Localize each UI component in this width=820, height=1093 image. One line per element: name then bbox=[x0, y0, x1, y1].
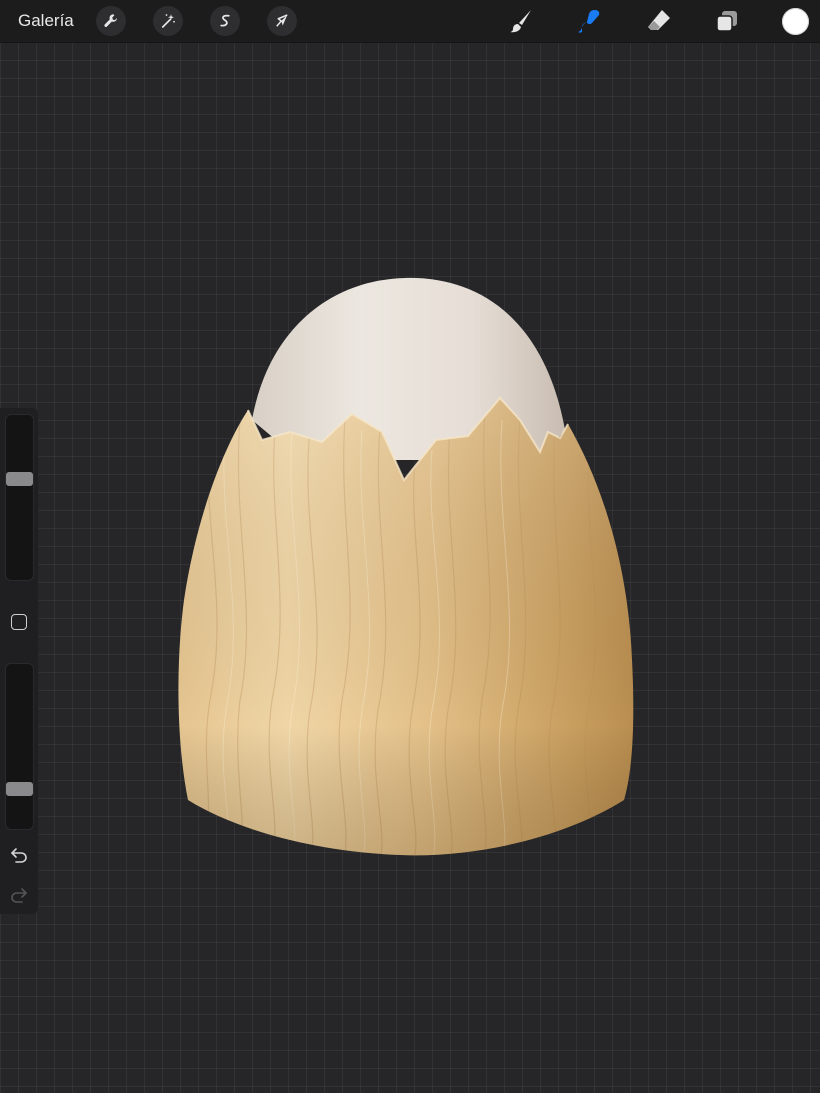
smudge-button[interactable] bbox=[573, 5, 605, 37]
left-sidebar bbox=[0, 408, 38, 914]
layers-icon bbox=[716, 11, 737, 32]
gallery-button[interactable]: Galería bbox=[18, 11, 74, 31]
wrench-icon bbox=[104, 14, 118, 27]
brush-size-thumb[interactable] bbox=[6, 472, 33, 486]
undo-button[interactable] bbox=[8, 844, 30, 866]
modify-square-icon[interactable] bbox=[11, 614, 27, 630]
redo-button[interactable] bbox=[8, 884, 30, 906]
artwork[interactable] bbox=[0, 0, 820, 1093]
actions-button[interactable] bbox=[96, 6, 126, 36]
color-picker-button[interactable] bbox=[782, 8, 809, 35]
brush-button[interactable] bbox=[505, 5, 537, 37]
magic-wand-icon bbox=[161, 14, 175, 28]
undo-icon bbox=[11, 848, 27, 863]
opacity-thumb[interactable] bbox=[6, 782, 33, 796]
adjustments-button[interactable] bbox=[153, 6, 183, 36]
brush-icon bbox=[510, 10, 531, 33]
eraser-button[interactable] bbox=[643, 5, 675, 37]
layers-button[interactable] bbox=[711, 5, 743, 37]
transform-arrow-icon bbox=[276, 14, 288, 27]
eraser-icon bbox=[648, 10, 670, 30]
smudge-icon bbox=[578, 10, 600, 33]
top-toolbar: Galería bbox=[0, 0, 820, 43]
redo-icon bbox=[11, 888, 27, 903]
selection-icon bbox=[220, 14, 230, 27]
selection-button[interactable] bbox=[210, 6, 240, 36]
opacity-slider[interactable] bbox=[5, 663, 34, 830]
transform-button[interactable] bbox=[267, 6, 297, 36]
brush-size-slider[interactable] bbox=[5, 414, 34, 581]
